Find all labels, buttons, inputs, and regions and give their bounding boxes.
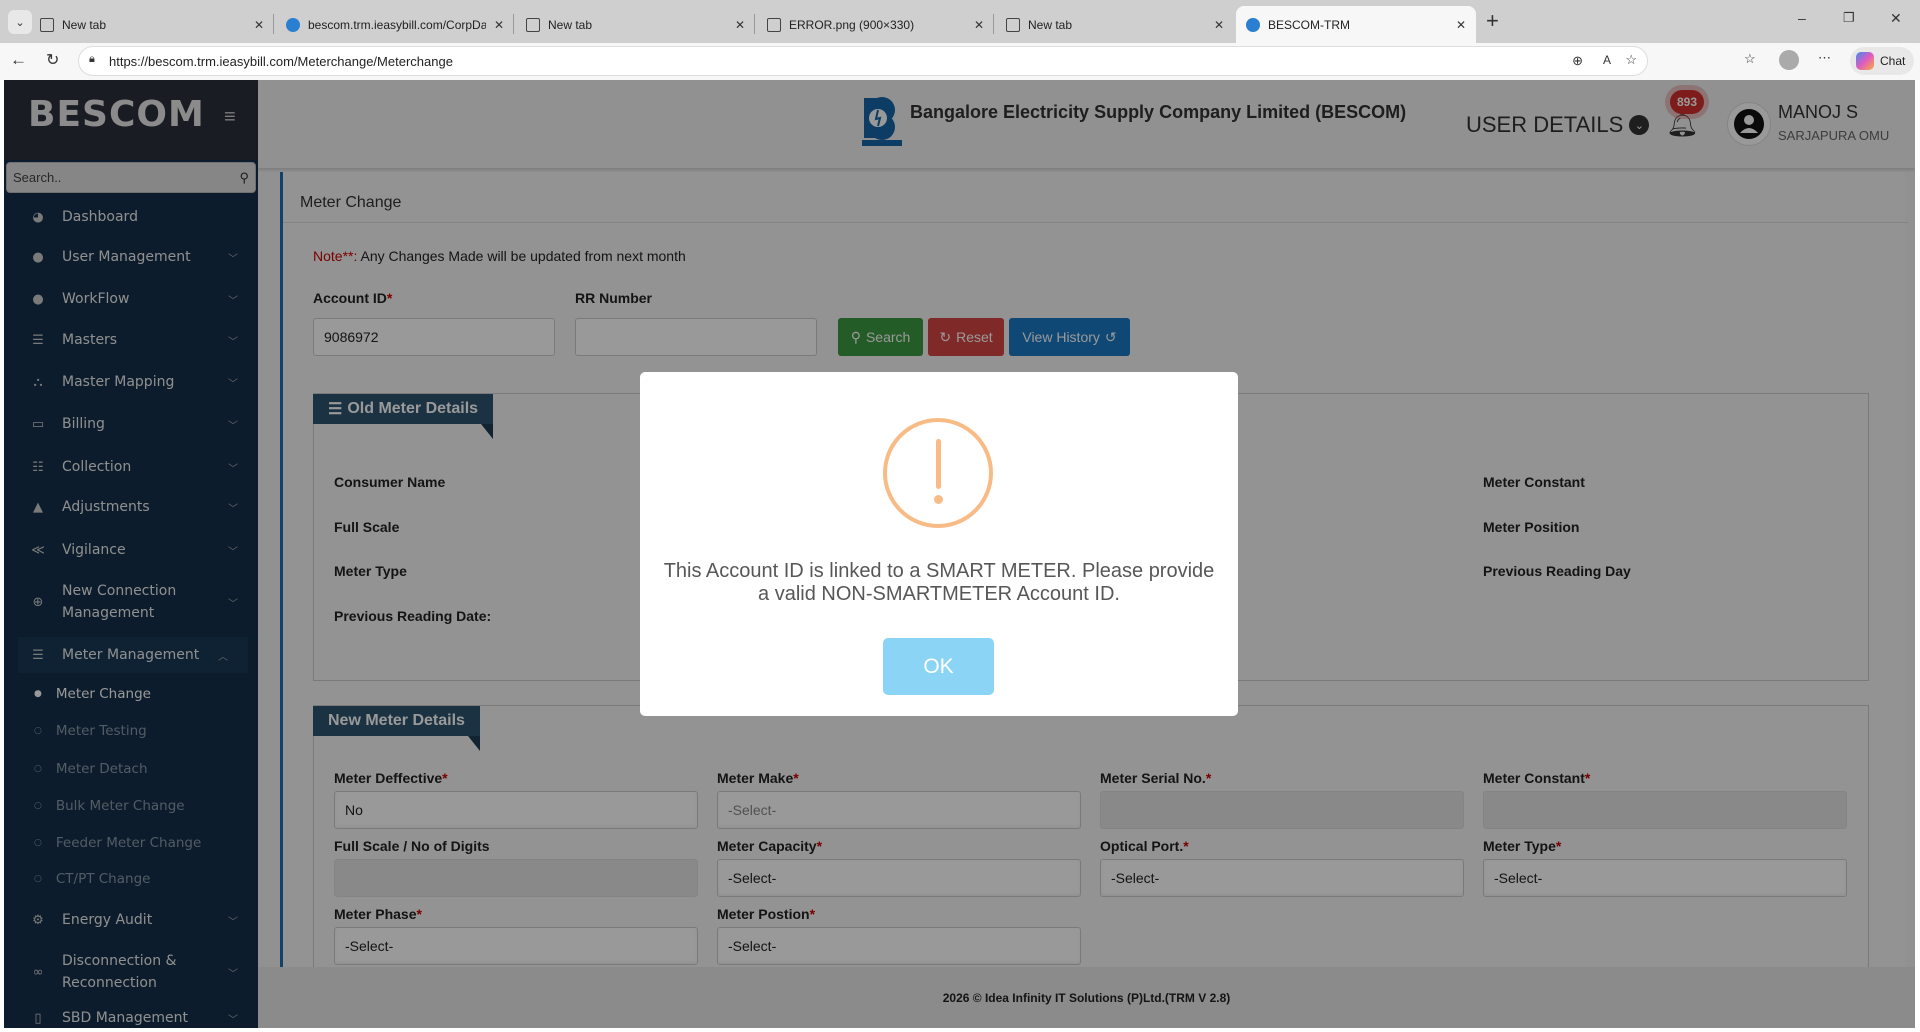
chat-button[interactable]: Chat — [1850, 47, 1914, 75]
tab-title: New tab — [1028, 17, 1073, 32]
refresh-icon[interactable]: ↻ — [46, 50, 59, 70]
page-icon — [1006, 17, 1020, 32]
favorite-star-icon[interactable]: ☆ — [1625, 52, 1637, 68]
browser-tab[interactable]: New tab ✕ — [996, 6, 1234, 43]
alert-message: This Account ID is linked to a SMART MET… — [663, 560, 1215, 605]
url-text: https://bescom.trm.ieasybill.com/Meterch… — [109, 53, 453, 69]
zoom-icon[interactable]: ⊕ — [1572, 53, 1583, 69]
close-window-button[interactable]: ✕ — [1890, 10, 1902, 27]
close-tab-icon[interactable]: ✕ — [494, 18, 504, 32]
tab-title: bescom.trm.ieasybill.com/CorpDas — [308, 17, 486, 32]
tab-separator — [513, 14, 514, 34]
site-favicon-icon — [1246, 17, 1260, 32]
lock-icon[interactable]: 🔒︎ — [89, 53, 95, 66]
ok-button[interactable]: OK — [883, 638, 994, 695]
tab-title: New tab — [548, 17, 593, 32]
browser-tab[interactable]: bescom.trm.ieasybill.com/CorpDas ✕ — [276, 6, 514, 43]
more-icon[interactable]: ⋯ — [1818, 50, 1831, 66]
close-tab-icon[interactable]: ✕ — [974, 18, 984, 32]
close-tab-icon[interactable]: ✕ — [254, 18, 264, 32]
tab-title: New tab — [62, 17, 107, 32]
profile-icon[interactable] — [1779, 50, 1799, 70]
favorites-icon[interactable]: ☆ — [1744, 51, 1756, 67]
minimize-button[interactable]: – — [1798, 10, 1806, 26]
browser-tab-bar: ⌄ New tab ✕ bescom.trm.ieasybill.com/CorpD… — [0, 0, 1920, 43]
back-icon[interactable]: ← — [10, 50, 27, 70]
tab-list-icon[interactable]: ⌄ — [8, 10, 32, 34]
page-icon — [526, 17, 540, 32]
copilot-icon — [1856, 52, 1874, 70]
url-input[interactable]: 🔒︎ https://bescom.trm.ieasybill.com/Mete… — [78, 46, 1648, 76]
tab-separator — [754, 14, 755, 34]
tab-separator — [993, 14, 994, 34]
tab-title: ERROR.png (900×330) — [789, 17, 915, 32]
restore-button[interactable]: ❐ — [1843, 10, 1855, 26]
page-icon — [767, 17, 781, 32]
page-icon — [40, 17, 54, 32]
tab-separator — [273, 14, 274, 34]
browser-tab[interactable]: BESCOM-TRM ✕ — [1236, 6, 1476, 43]
alert-dialog: This Account ID is linked to a SMART MET… — [640, 372, 1238, 716]
close-tab-icon[interactable]: ✕ — [1214, 18, 1224, 32]
browser-tab[interactable]: New tab ✕ — [516, 6, 755, 43]
browser-tab[interactable]: ERROR.png (900×330) ✕ — [757, 6, 994, 43]
browser-tab[interactable]: New tab ✕ — [30, 6, 274, 43]
close-tab-icon[interactable]: ✕ — [1456, 18, 1466, 32]
new-tab-button[interactable]: + — [1486, 8, 1499, 34]
close-tab-icon[interactable]: ✕ — [735, 18, 745, 32]
address-bar-row: ← ↻ 🔒︎ https://bescom.trm.ieasybill.com/… — [0, 43, 1920, 80]
read-aloud-icon[interactable]: A — [1603, 53, 1611, 67]
chat-label: Chat — [1880, 54, 1906, 68]
tab-title: BESCOM-TRM — [1268, 17, 1350, 32]
site-favicon-icon — [286, 17, 300, 32]
warning-icon — [883, 418, 993, 528]
